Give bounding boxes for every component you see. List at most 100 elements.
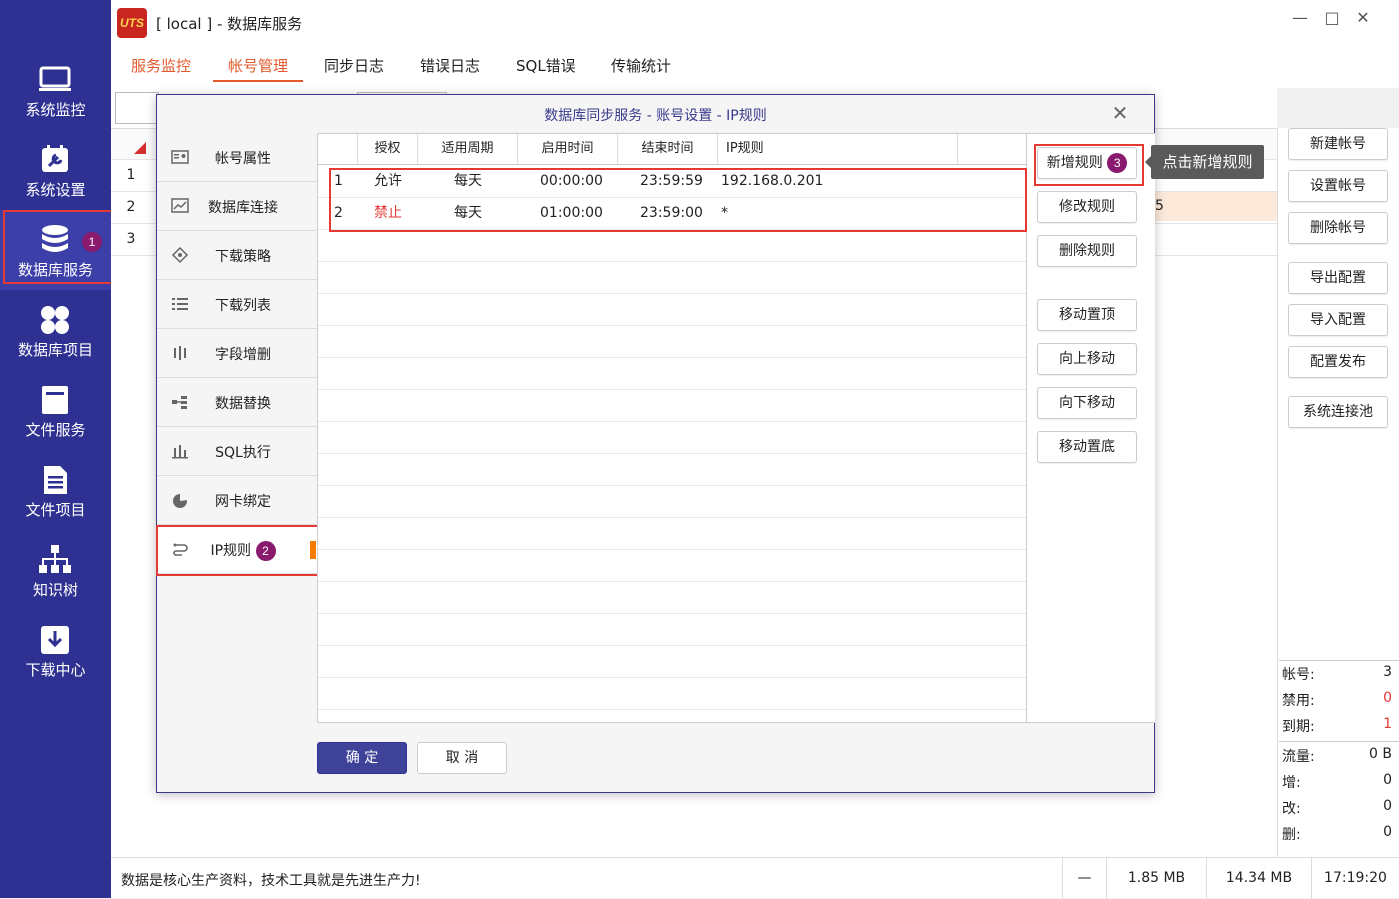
row-number: 2 <box>334 205 343 221</box>
stat-label: 删: <box>1282 827 1301 843</box>
settings-nav-label: 数据库连接 <box>208 200 278 216</box>
export-config-button[interactable]: 导出配置 <box>1288 262 1388 294</box>
cancel-button[interactable]: 取 消 <box>417 742 507 774</box>
stat-value: 0 <box>1383 690 1392 706</box>
ip-rule-cell: * <box>721 205 728 221</box>
settings-nav-download-strategy[interactable]: 下载策略 <box>157 231 317 280</box>
settings-nav-nic-binding[interactable]: 网卡绑定 <box>157 476 317 525</box>
nav-label: 文件服务 <box>25 421 86 439</box>
column-header-end-time[interactable]: 结束时间 <box>618 134 718 164</box>
tree-icon <box>39 545 71 573</box>
maximize-icon[interactable]: □ <box>1320 8 1344 28</box>
column-header-auth[interactable]: 授权 <box>358 134 418 164</box>
download-icon <box>41 626 69 654</box>
row-divider <box>318 325 1026 326</box>
ip-rule-table: 授权 适用周期 启用时间 结束时间 IP规则 1 允许 每天 00:00:00 … <box>317 133 1027 723</box>
row-divider <box>318 517 1026 518</box>
stat-disabled: 禁用: 0 <box>1282 690 1392 712</box>
step-badge: 2 <box>255 541 276 561</box>
settings-nav-label: 字段增删 <box>215 347 271 363</box>
row-divider <box>318 645 1026 646</box>
file-box-icon <box>42 386 68 414</box>
filter-input[interactable] <box>115 92 159 124</box>
row-number: 2 <box>126 199 136 215</box>
nav-system-settings[interactable]: 系统设置 <box>0 130 111 210</box>
app-logo: UTS <box>117 8 147 38</box>
settings-nav-db-connection[interactable]: 数据库连接 <box>157 182 317 231</box>
add-rule-tooltip: 点击新增规则 <box>1145 145 1264 179</box>
tab-error-log[interactable]: 错误日志 <box>420 56 480 82</box>
dialog-title: 数据库同步服务 - 账号设置 - IP规则 <box>544 108 767 124</box>
tab-sync-log[interactable]: 同步日志 <box>324 56 384 82</box>
nav-file-service[interactable]: 文件服务 <box>0 370 111 450</box>
nav-system-monitor[interactable]: 系统监控 <box>0 50 111 130</box>
tab-sql-error[interactable]: SQL错误 <box>516 56 576 82</box>
move-top-button[interactable]: 移动置顶 <box>1037 299 1137 331</box>
period-cell: 每天 <box>454 173 482 189</box>
status-message: 数据是核心生产资料，技术工具就是先进生产力! <box>121 873 421 889</box>
settings-nav-label: 下载列表 <box>215 298 271 314</box>
end-time-cell: 23:59:00 <box>640 205 703 221</box>
start-time-cell: 01:00:00 <box>540 205 603 221</box>
stat-expired: 到期: 1 <box>1282 716 1392 738</box>
add-rule-button[interactable]: 新增规则 3 <box>1034 144 1144 186</box>
start-time-cell: 00:00:00 <box>540 173 603 189</box>
auth-cell: 禁止 <box>374 205 402 221</box>
main-tab-bar: 服务监控 帐号管理 同步日志 错误日志 SQL错误 传输统计 <box>111 46 1399 88</box>
settings-nav-field-edit[interactable]: 字段增删 <box>157 329 317 378</box>
settings-nav-sql-exec[interactable]: SQL执行 <box>157 427 317 476</box>
edit-rule-button[interactable]: 修改规则 <box>1037 191 1137 223</box>
nav-label: 系统监控 <box>25 101 86 119</box>
stat-traffic: 流量: 0 B <box>1282 746 1392 768</box>
close-icon[interactable]: ✕ <box>1108 101 1132 125</box>
settings-nav-ip-rule[interactable]: IP规则 2 <box>156 525 321 576</box>
stat-label: 帐号: <box>1282 667 1315 683</box>
step-badge: 1 <box>82 232 102 252</box>
column-header-period[interactable]: 适用周期 <box>418 134 518 164</box>
delete-rule-button[interactable]: 删除规则 <box>1037 235 1137 267</box>
status-memory-2: 14.34 MB <box>1206 858 1311 899</box>
row-divider <box>318 581 1026 582</box>
stat-delete: 删: 0 <box>1282 824 1392 846</box>
settings-nav-label: 网卡绑定 <box>215 494 271 510</box>
edit-account-button[interactable]: 设置帐号 <box>1288 170 1388 202</box>
auth-cell: 允许 <box>374 173 402 189</box>
new-account-button[interactable]: 新建帐号 <box>1288 128 1388 160</box>
column-header-ip-rule[interactable]: IP规则 <box>718 134 958 164</box>
nav-download-center[interactable]: 下载中心 <box>0 610 111 690</box>
tab-account-management[interactable]: 帐号管理 <box>213 56 304 82</box>
settings-nav-label: SQL执行 <box>215 445 271 461</box>
stat-label: 到期: <box>1282 719 1315 735</box>
settings-nav-data-replace[interactable]: 数据替换 <box>157 378 317 427</box>
import-config-button[interactable]: 导入配置 <box>1288 304 1388 336</box>
settings-nav-label: 下载策略 <box>215 249 271 265</box>
settings-nav-download-list[interactable]: 下载列表 <box>157 280 317 329</box>
ok-button[interactable]: 确 定 <box>317 742 407 774</box>
row-divider <box>318 293 1026 294</box>
move-bottom-button[interactable]: 移动置底 <box>1037 431 1137 463</box>
column-header-start-time[interactable]: 启用时间 <box>518 134 618 164</box>
stat-label: 禁用: <box>1282 693 1315 709</box>
grid-icon <box>41 306 69 334</box>
nav-knowledge-tree[interactable]: 知识树 <box>0 530 111 610</box>
delete-account-button[interactable]: 删除帐号 <box>1288 212 1388 244</box>
status-clock: 17:19:20 <box>1311 858 1399 899</box>
nav-database-project[interactable]: 数据库项目 <box>0 290 111 370</box>
nav-database-service[interactable]: 1 数据库服务 <box>0 210 115 290</box>
minimize-icon[interactable]: — <box>1288 8 1312 28</box>
nav-file-project[interactable]: 文件项目 <box>0 450 111 530</box>
close-icon[interactable]: ✕ <box>1351 8 1375 28</box>
tab-service-monitor[interactable]: 服务监控 <box>131 56 191 82</box>
tab-transfer-stats[interactable]: 传输统计 <box>611 56 671 82</box>
publish-config-button[interactable]: 配置发布 <box>1288 346 1388 378</box>
move-down-button[interactable]: 向下移动 <box>1037 387 1137 419</box>
nav-label: 系统设置 <box>25 181 86 199</box>
database-icon <box>42 225 68 252</box>
stat-value: 0 <box>1383 824 1392 840</box>
settings-nav-account-properties[interactable]: 帐号属性 <box>157 133 317 182</box>
stat-label: 增: <box>1282 775 1301 791</box>
settings-nav-label: 数据替换 <box>215 396 271 412</box>
move-up-button[interactable]: 向上移动 <box>1037 343 1137 375</box>
stat-value: 0 <box>1383 798 1392 814</box>
connection-pool-button[interactable]: 系统连接池 <box>1288 396 1388 428</box>
